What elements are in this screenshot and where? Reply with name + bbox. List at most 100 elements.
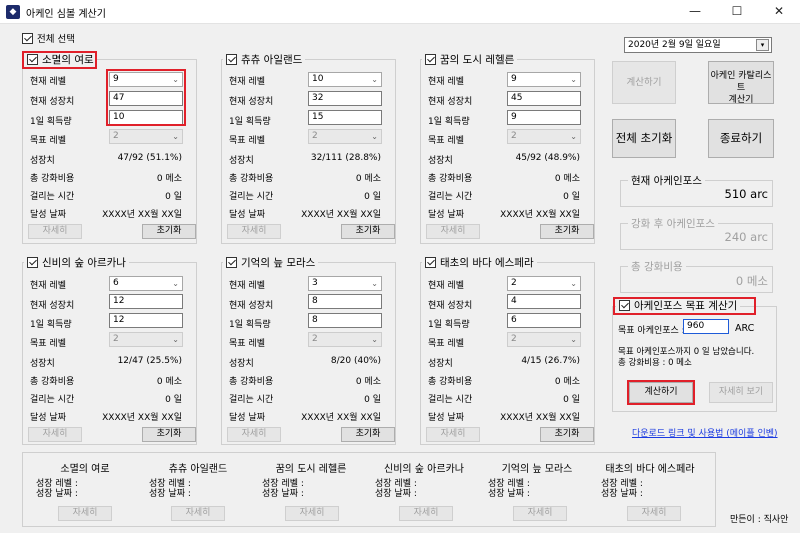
growth-value: 4/15 (26.7%) [521,356,580,366]
summary-details-button[interactable]: 자세히 [513,506,567,521]
current-level-select[interactable]: 10 ⌄ [308,72,382,87]
target-level-label: 목표 레벨 [30,339,66,349]
details-button[interactable]: 자세히 [426,224,480,239]
summary-growth-date: 성장 날짜 : [149,489,191,499]
current-growth-input[interactable]: 12 [109,294,183,309]
total-cost-value: 0 메소 [355,174,381,184]
target-level-value: 2 [312,334,318,344]
symbol-checkbox-chuchu-island[interactable]: 츄츄 아일랜드 [223,52,306,67]
target-unit-label: ARC [735,323,755,334]
summary-growth-date: 성장 날짜 : [375,489,417,499]
symbol-checkbox-esfera[interactable]: 태초의 바다 에스페라 [422,255,537,270]
close-button[interactable]: ✕ [758,0,800,24]
target-level-select[interactable]: 2 ⌄ [308,332,382,347]
summary-growth-date: 성장 날짜 : [36,489,78,499]
symbol-checkbox-lachelein[interactable]: 꿈의 도시 레헬른 [422,52,518,67]
current-growth-label: 현재 성장치 [30,301,75,311]
time-taken-label: 걸리는 시간 [229,395,274,405]
after-arcane-force-value: 240 arc [724,230,768,244]
target-arcane-force-input[interactable]: 960 [683,319,729,334]
achieve-date-label: 달성 날짜 [229,413,265,423]
current-growth-input[interactable]: 8 [308,294,382,309]
current-level-select[interactable]: 9 ⌄ [507,72,581,87]
symbol-checkbox-morass[interactable]: 기억의 늪 모라스 [223,255,319,270]
select-all-checkbox[interactable]: 전체 선택 [22,31,75,45]
maximize-button[interactable]: ☐ [716,0,758,24]
target-level-select[interactable]: 2 ⌄ [308,129,382,144]
target-level-select[interactable]: 2 ⌄ [109,129,183,144]
details-button[interactable]: 자세히 [28,224,82,239]
daily-gain-label: 1일 획득량 [30,117,72,127]
achieve-date-value: XXXX년 XX월 XX일 [500,210,580,220]
reset-button[interactable]: 초기화 [540,427,594,442]
chevron-down-icon: ⌄ [371,75,378,84]
target-result-cost: 총 강화비용 : 0 메소 [618,358,692,368]
summary-details-button[interactable]: 자세히 [285,506,339,521]
current-level-value: 3 [312,278,318,288]
daily-gain-input[interactable]: 15 [308,110,382,125]
reset-button[interactable]: 초기화 [142,224,196,239]
chevron-down-icon: ⌄ [172,335,179,344]
daily-gain-input[interactable]: 8 [308,313,382,328]
current-growth-input[interactable]: 4 [507,294,581,309]
reset-button[interactable]: 초기화 [341,224,395,239]
download-link[interactable]: 다운로드 링크 및 사용법 (메이플 인벤) [632,426,778,439]
highlight-box [22,51,97,69]
target-details-button[interactable]: 자세히 보기 [709,382,773,403]
target-level-label: 목표 레벨 [229,136,265,146]
time-taken-label: 걸리는 시간 [30,192,75,202]
symbol-name: 꿈의 도시 레헬른 [440,54,515,66]
target-input-label: 목표 아케인포스 : [618,326,685,336]
total-cost-label: 총 강화비용 [628,259,686,274]
summary-details-button[interactable]: 자세히 [58,506,112,521]
reset-button[interactable]: 초기화 [540,224,594,239]
catalyst-calculator-button[interactable]: 아케인 카탈리스트 계산기 [708,61,774,105]
reset-button[interactable]: 초기화 [142,427,196,442]
daily-gain-input[interactable]: 9 [507,110,581,125]
current-growth-input[interactable]: 45 [507,91,581,106]
target-level-value: 2 [511,131,517,141]
total-cost-value: 0 메소 [355,377,381,387]
target-level-value: 2 [511,334,517,344]
current-growth-label: 현재 성장치 [30,97,75,107]
current-level-label: 현재 레벨 [428,77,464,87]
current-level-select[interactable]: 3 ⌄ [308,276,382,291]
achieve-date-label: 달성 날짜 [428,413,464,423]
growth-label: 성장치 [30,156,55,166]
summary-growth-date: 성장 날짜 : [488,489,530,499]
growth-value: 12/47 (25.5%) [117,356,182,366]
window-title: 아케인 심볼 계산기 [26,9,106,20]
reset-button[interactable]: 초기화 [341,427,395,442]
exit-button[interactable]: 종료하기 [708,119,774,158]
target-level-select[interactable]: 2 ⌄ [109,332,183,347]
growth-label: 성장치 [428,156,453,166]
summary-details-button[interactable]: 자세히 [627,506,681,521]
current-growth-input[interactable]: 32 [308,91,382,106]
current-level-label: 현재 레벨 [229,77,265,87]
summary-details-button[interactable]: 자세히 [171,506,225,521]
details-button[interactable]: 자세히 [227,224,281,239]
total-cost-value: 0 메소 [156,174,182,184]
current-level-select[interactable]: 6 ⌄ [109,276,183,291]
calculate-button[interactable]: 계산하기 [612,61,676,104]
calendar-icon[interactable]: ▾ [756,39,769,51]
details-button[interactable]: 자세히 [426,427,480,442]
reset-all-button[interactable]: 전체 초기화 [612,119,676,158]
date-picker[interactable]: 2020년 2월 9일 일요일 ▾ [624,37,772,53]
details-button[interactable]: 자세히 [28,427,82,442]
current-arcane-force-value: 510 arc [724,187,768,201]
time-taken-value: 0 일 [563,192,580,202]
target-level-label: 목표 레벨 [428,136,464,146]
minimize-button[interactable]: — [674,0,716,24]
current-level-value: 6 [113,278,119,288]
symbol-checkbox-arcana[interactable]: 신비의 숲 아르카나 [24,255,129,270]
chevron-down-icon: ⌄ [172,132,179,141]
daily-gain-input[interactable]: 6 [507,313,581,328]
details-button[interactable]: 자세히 [227,427,281,442]
target-level-select[interactable]: 2 ⌄ [507,332,581,347]
total-cost-label: 총 강화비용 [229,377,274,387]
current-level-select[interactable]: 2 ⌄ [507,276,581,291]
summary-details-button[interactable]: 자세히 [399,506,453,521]
target-level-select[interactable]: 2 ⌄ [507,129,581,144]
daily-gain-input[interactable]: 12 [109,313,183,328]
